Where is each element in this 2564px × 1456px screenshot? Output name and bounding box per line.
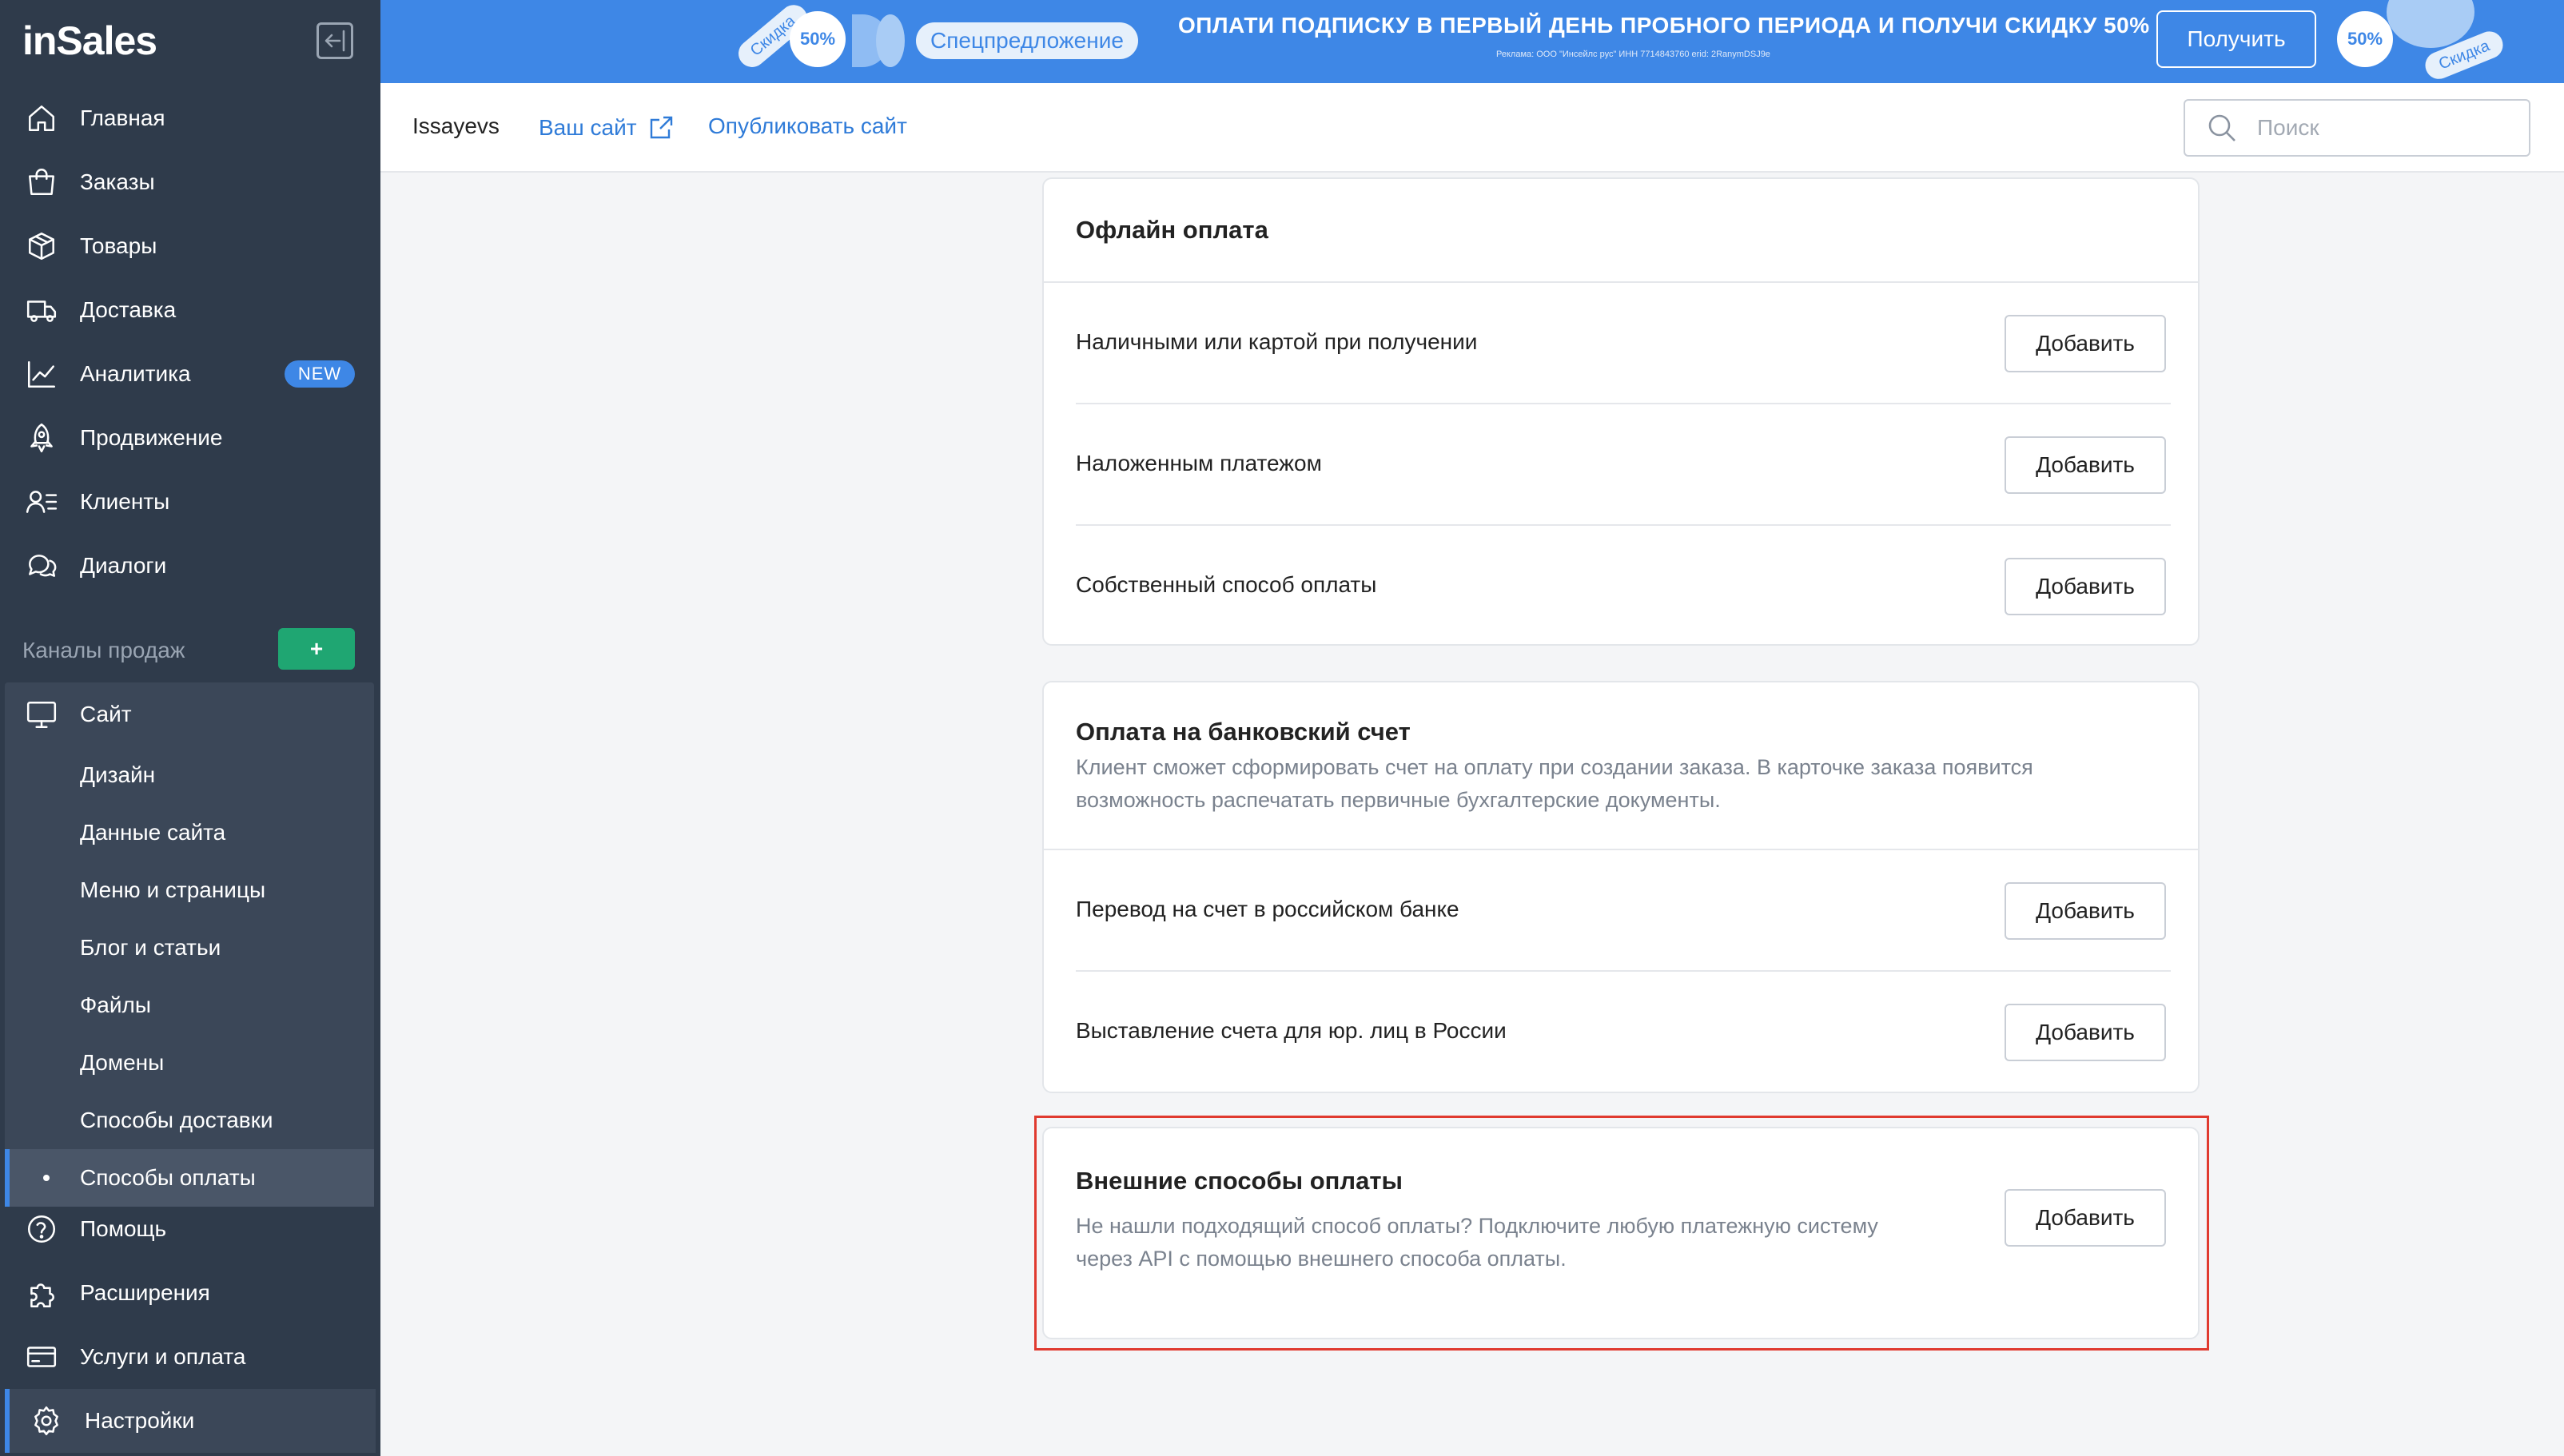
- nav-item-promotion[interactable]: Продвижение: [0, 406, 380, 470]
- nav-item-label: Аналитика: [80, 361, 191, 386]
- nav-item-label: Товары: [80, 233, 157, 258]
- add-invoice-button[interactable]: Добавить: [2005, 1004, 2166, 1061]
- monitor-icon: [24, 697, 59, 732]
- active-dot: [43, 1175, 50, 1181]
- sub-item-label: Способы оплаты: [80, 1165, 256, 1190]
- promo-offer-tag: Спецпредложение: [916, 22, 1138, 59]
- add-custom-method-button[interactable]: Добавить: [2005, 558, 2166, 615]
- main-nav: Главная Заказы Товары Доставка Аналитика…: [0, 86, 380, 598]
- sub-item-design[interactable]: Дизайн: [5, 746, 374, 804]
- promo-legal-text: Реклама: ООО "Инсейлс рус" ИНН 771484376…: [1496, 50, 1770, 59]
- sub-item-blog[interactable]: Блог и статьи: [5, 919, 374, 977]
- publish-site-link[interactable]: Опубликовать сайт: [708, 113, 907, 139]
- nav-item-label: Услуги и оплата: [80, 1344, 246, 1369]
- search-box[interactable]: [2184, 99, 2530, 157]
- shopping-bag-icon: [24, 165, 59, 200]
- search-input[interactable]: [2257, 115, 2521, 141]
- rocket-icon: [24, 420, 59, 455]
- promo-stamp-left: 50%: [790, 11, 846, 67]
- description-line: возможность распечатать первичные бухгал…: [1076, 788, 1721, 812]
- promo-banner[interactable]: Скидка 50% Спецпредложение ОПЛАТИ ПОДПИС…: [380, 0, 2564, 83]
- nav-item-site[interactable]: Сайт: [5, 682, 374, 746]
- payment-row-label: Наложенным платежом: [1076, 451, 1322, 475]
- sub-item-menus-pages[interactable]: Меню и страницы: [5, 861, 374, 919]
- sub-item-delivery-methods[interactable]: Способы доставки: [5, 1092, 374, 1149]
- card-title: Оплата на банковский счет: [1076, 718, 1411, 746]
- shop-name: Issayevs: [412, 113, 500, 138]
- chart-icon: [24, 356, 59, 392]
- add-bank-transfer-button[interactable]: Добавить: [2005, 882, 2166, 940]
- nav-item-label: Главная: [80, 105, 165, 130]
- nav-item-products[interactable]: Товары: [0, 214, 380, 278]
- add-cash-card-button[interactable]: Добавить: [2005, 315, 2166, 372]
- nav-item-help[interactable]: Помощь: [0, 1197, 380, 1261]
- chat-icon: [24, 548, 59, 583]
- payment-row-label: Наличными или картой при получении: [1076, 329, 1478, 354]
- nav-item-label: Сайт: [80, 702, 132, 726]
- payment-row-label: Перевод на счет в российском банке: [1076, 897, 1459, 921]
- card-title: Офлайн оплата: [1076, 216, 1268, 244]
- bottom-nav: Помощь Расширения Услуги и оплата Настро…: [0, 1197, 380, 1453]
- nav-item-delivery[interactable]: Доставка: [0, 278, 380, 342]
- promo-get-button[interactable]: Получить: [2156, 10, 2316, 68]
- gear-icon: [29, 1403, 64, 1438]
- nav-item-label: Диалоги: [80, 553, 167, 578]
- nav-item-label: Продвижение: [80, 425, 223, 450]
- nav-item-analytics[interactable]: Аналитика NEW: [0, 342, 380, 406]
- nav-item-label: Расширения: [80, 1280, 210, 1305]
- users-list-icon: [24, 484, 59, 519]
- box-icon: [24, 229, 59, 264]
- nav-item-label: Помощь: [80, 1216, 167, 1241]
- payment-row-label: Собственный способ оплаты: [1076, 572, 1377, 597]
- your-site-link[interactable]: Ваш сайт: [539, 113, 675, 142]
- truck-icon: [24, 292, 59, 328]
- external-link-icon: [650, 116, 672, 139]
- nav-item-dialogs[interactable]: Диалоги: [0, 534, 380, 598]
- sub-item-domains[interactable]: Домены: [5, 1034, 374, 1092]
- sidebar: inSales Главная Заказы Товары Доставка А…: [0, 0, 380, 1456]
- help-icon: [24, 1211, 59, 1247]
- top-bar: Issayevs Ваш сайт Опубликовать сайт: [380, 83, 2564, 173]
- puzzle-icon: [24, 1275, 59, 1311]
- add-cod-button[interactable]: Добавить: [2005, 436, 2166, 494]
- logo[interactable]: inSales: [22, 18, 157, 64]
- your-site-label: Ваш сайт: [539, 115, 637, 140]
- search-icon: [2208, 114, 2236, 141]
- nav-item-extensions[interactable]: Расширения: [0, 1261, 380, 1325]
- promo-stamp-right: 50%: [2337, 11, 2393, 67]
- nav-item-label: Доставка: [80, 297, 177, 322]
- nav-item-label: Настройки: [85, 1408, 195, 1433]
- sub-item-files[interactable]: Файлы: [5, 977, 374, 1034]
- home-icon: [24, 101, 59, 136]
- credit-card-icon: [24, 1339, 59, 1374]
- site-group: Сайт Дизайн Данные сайта Меню и страницы…: [5, 682, 374, 1207]
- payment-row-label: Выставление счета для юр. лиц в России: [1076, 1018, 1507, 1043]
- add-channel-button[interactable]: +: [278, 628, 355, 670]
- nav-item-label: Заказы: [80, 169, 155, 194]
- promo-text: ОПЛАТИ ПОДПИСКУ В ПЕРВЫЙ ДЕНЬ ПРОБНОГО П…: [1178, 13, 2150, 38]
- description-line: Клиент сможет сформировать счет на оплат…: [1076, 755, 2033, 779]
- new-badge: NEW: [285, 360, 355, 388]
- nav-item-home[interactable]: Главная: [0, 86, 380, 150]
- highlight-frame: [1034, 1116, 2209, 1351]
- collapse-sidebar-button[interactable]: [317, 22, 353, 59]
- sub-item-site-data[interactable]: Данные сайта: [5, 804, 374, 861]
- card-description: Клиент сможет сформировать счет на оплат…: [1076, 751, 2033, 817]
- offline-payment-card: Офлайн оплата Наличными или картой при п…: [1042, 177, 2200, 646]
- nav-item-orders[interactable]: Заказы: [0, 150, 380, 214]
- nav-item-clients[interactable]: Клиенты: [0, 470, 380, 534]
- arrow-left-icon: [324, 30, 345, 52]
- nav-item-label: Клиенты: [80, 489, 170, 514]
- nav-item-settings[interactable]: Настройки: [5, 1389, 376, 1453]
- nav-item-services-billing[interactable]: Услуги и оплата: [0, 1325, 380, 1389]
- promo-shape: [876, 14, 905, 67]
- bank-payment-card: Оплата на банковский счет Клиент сможет …: [1042, 681, 2200, 1093]
